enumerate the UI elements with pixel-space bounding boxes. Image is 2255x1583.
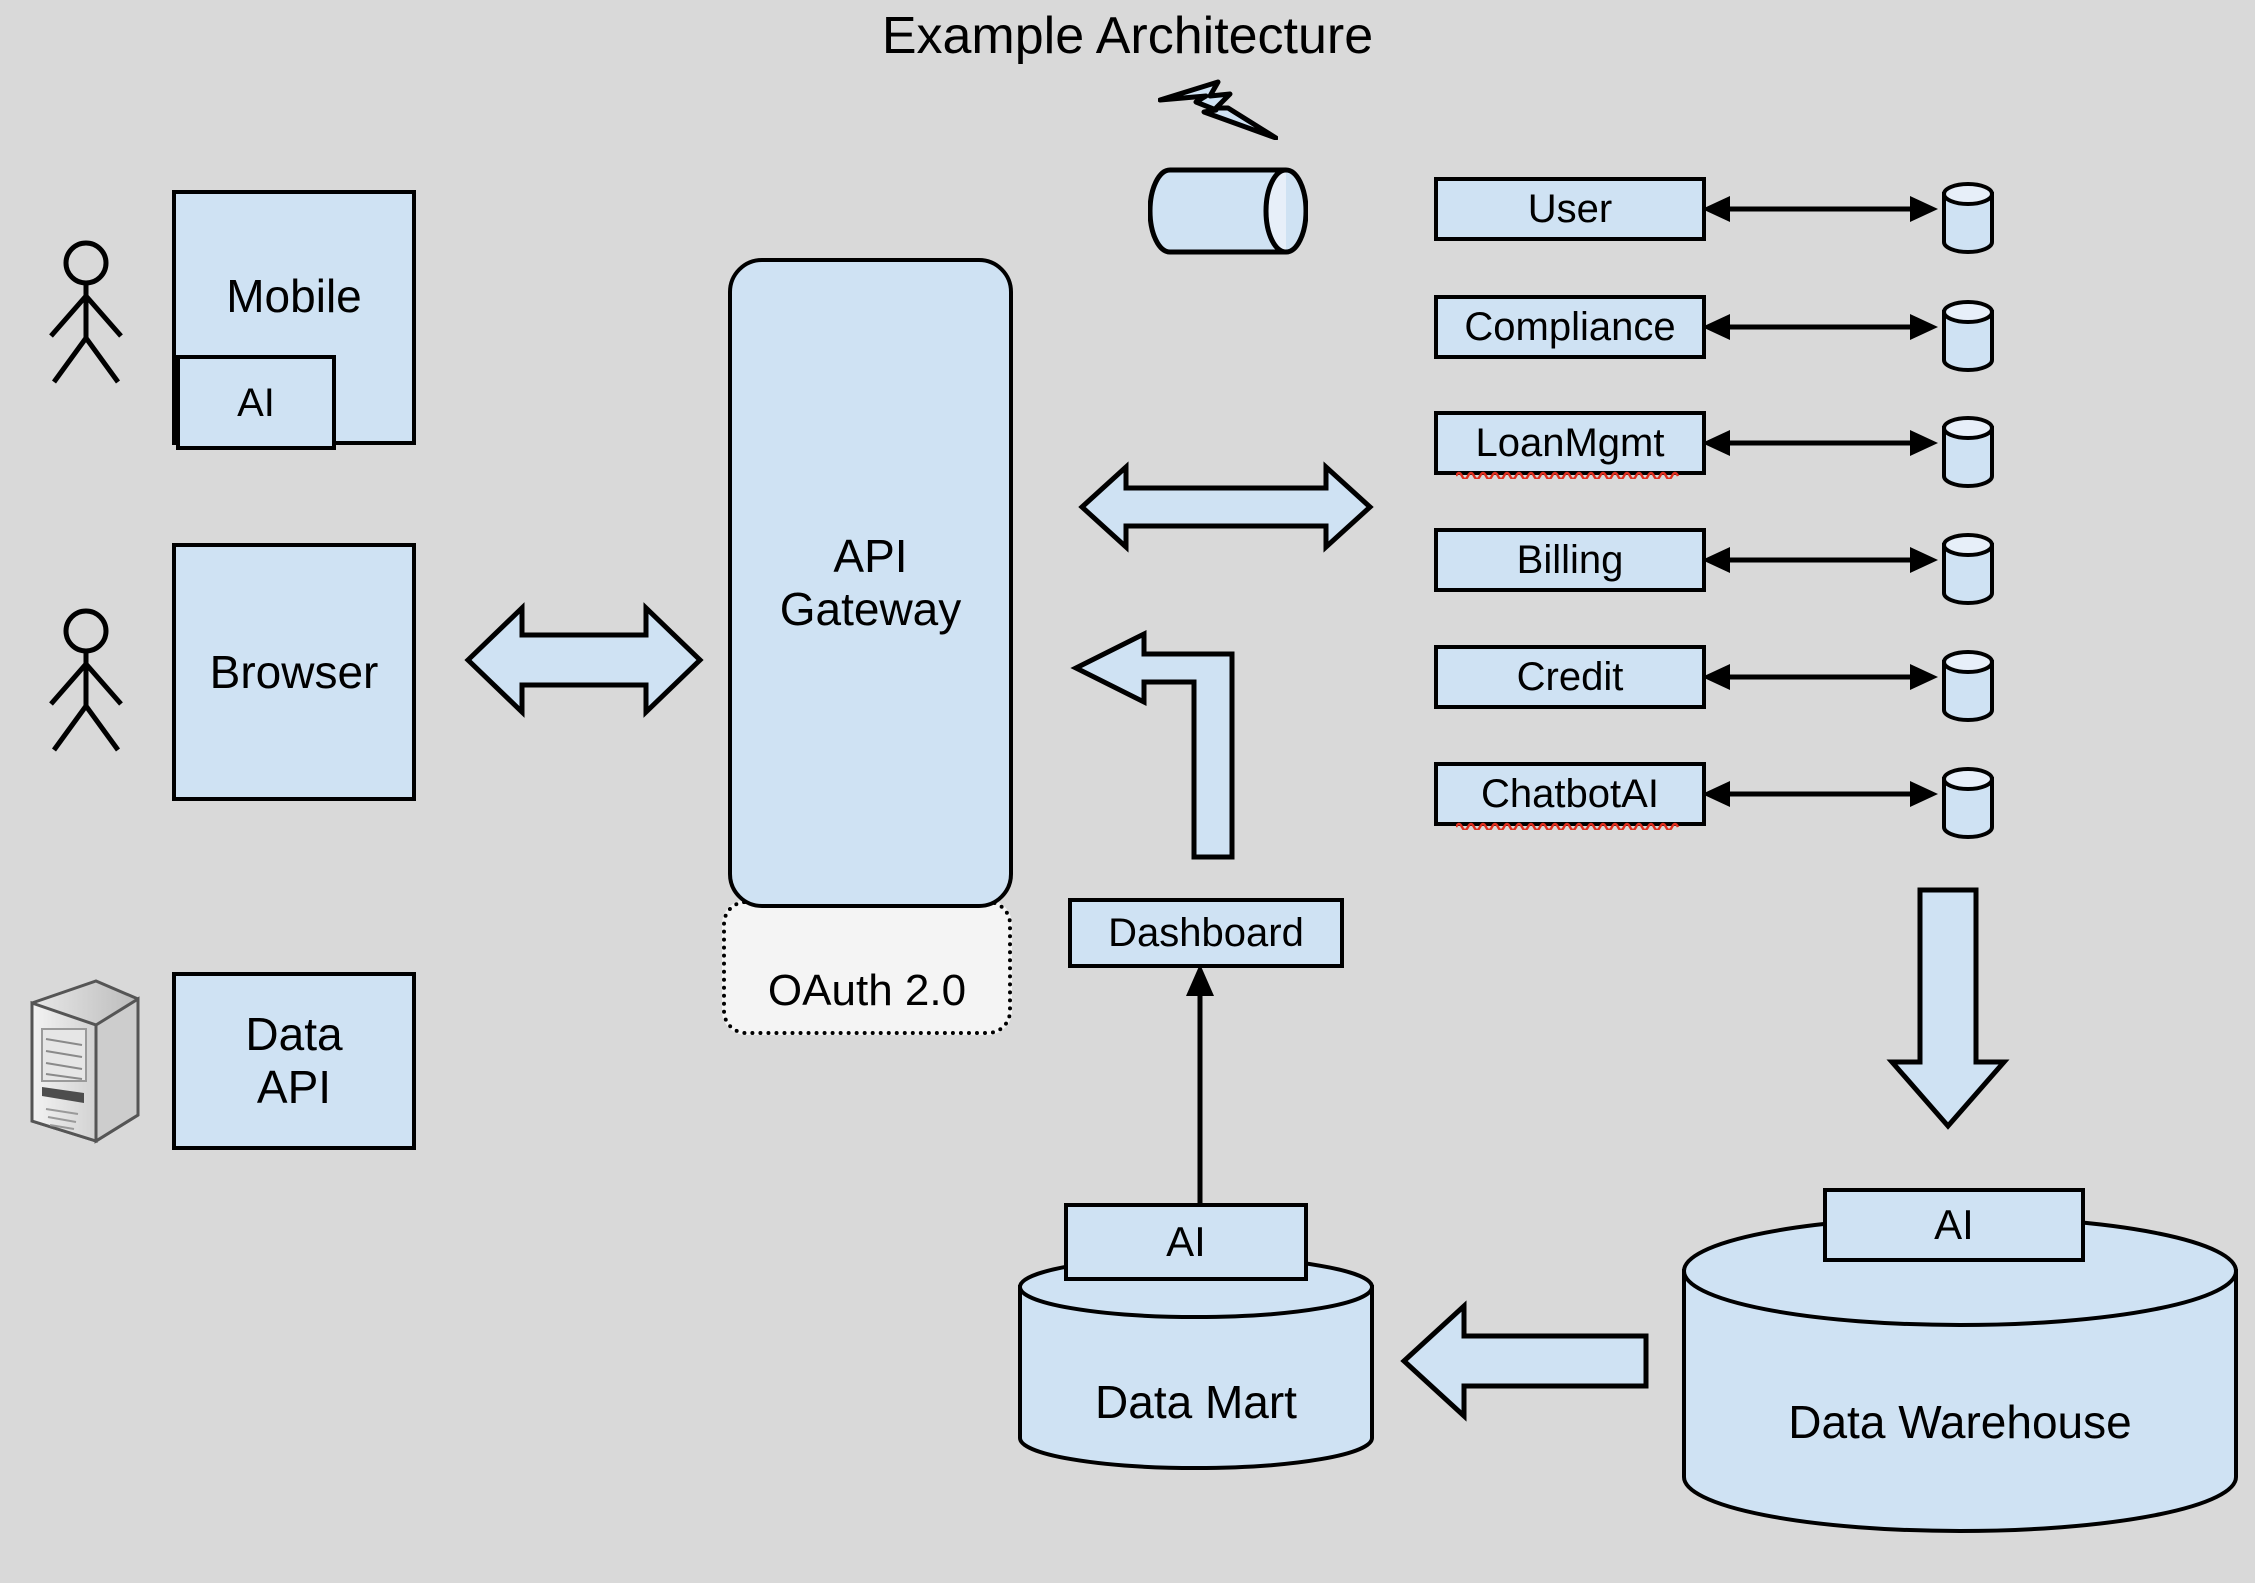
gateway-to-services-arrow (1078, 461, 1374, 553)
page-title: Example Architecture (0, 0, 2255, 66)
mobile-actor-icon (38, 240, 134, 385)
data-mart-cylinder[interactable]: Data Mart (1016, 1255, 1376, 1470)
warehouse-to-mart-arrow (1400, 1300, 1650, 1422)
data-warehouse-ai-box[interactable]: AI (1823, 1188, 2085, 1262)
oauth-label: OAuth 2.0 (767, 965, 967, 1015)
database-cylinder-icon-credit (1940, 650, 1996, 722)
database-cylinder-icon-billing (1940, 533, 1996, 605)
lightning-bolt-icon (1158, 78, 1278, 140)
service-label-compliance: Compliance (1464, 305, 1676, 349)
data-api-box[interactable]: Data API (172, 972, 416, 1150)
browser-client-label: Browser (209, 645, 379, 698)
service-label-credit: Credit (1516, 655, 1624, 699)
service-db-arrow-credit (1700, 660, 1940, 694)
service-db-arrow-billing (1700, 543, 1940, 577)
data-mart-label: Data Mart (1095, 1376, 1297, 1428)
browser-actor-icon (38, 608, 134, 753)
server-tower-icon (26, 975, 144, 1147)
horizontal-cylinder-icon (1147, 166, 1309, 256)
service-db-arrow-loanmgmt (1700, 426, 1940, 460)
diagram-canvas: Example Architecture Mobile AI Browser D… (0, 0, 2255, 1583)
data-warehouse-ai-label: AI (1934, 1200, 1974, 1248)
data-api-label-line2: API (256, 1061, 332, 1113)
dashboard-box[interactable]: Dashboard (1068, 898, 1344, 968)
service-box-compliance[interactable]: Compliance (1434, 295, 1706, 359)
dashboard-label: Dashboard (1108, 911, 1304, 955)
browser-client-box[interactable]: Browser (172, 543, 416, 801)
service-db-arrow-chatbotai (1700, 777, 1940, 811)
service-box-billing[interactable]: Billing (1434, 528, 1706, 592)
data-warehouse-label: Data Warehouse (1788, 1396, 2132, 1448)
spellcheck-squiggle-chatbotai (1454, 817, 1682, 832)
page-title-text: Example Architecture (881, 7, 1374, 65)
api-gateway-label-line1: API (833, 530, 908, 583)
oauth-box[interactable]: OAuth 2.0 (722, 900, 1012, 1035)
service-label-user: User (1527, 187, 1613, 231)
spellcheck-squiggle-loanmgmt (1454, 466, 1682, 481)
service-box-credit[interactable]: Credit (1434, 645, 1706, 709)
service-db-arrow-compliance (1700, 310, 1940, 344)
data-mart-ai-box[interactable]: AI (1064, 1203, 1308, 1281)
data-mart-ai-label: AI (1166, 1217, 1206, 1265)
data-warehouse-cylinder[interactable]: Data Warehouse (1680, 1215, 2240, 1535)
service-label-loanmgmt: LoanMgmt (1475, 421, 1665, 465)
service-db-arrow-user (1700, 192, 1940, 226)
dashboard-to-gateway-arrow (1070, 629, 1272, 860)
data-api-label-line1: Data (245, 1008, 343, 1061)
database-cylinder-icon-compliance (1940, 300, 1996, 372)
mobile-client-label: Mobile (226, 270, 362, 322)
mart-to-dashboard-arrow (1180, 960, 1220, 1210)
database-cylinder-icon-loanmgmt (1940, 416, 1996, 488)
database-cylinder-icon-user (1940, 182, 1996, 254)
api-gateway-label-line2: Gateway (779, 583, 962, 635)
service-label-billing: Billing (1516, 538, 1624, 582)
browser-to-gateway-arrow (464, 600, 704, 720)
service-label-chatbotai: ChatbotAI (1481, 772, 1659, 816)
service-box-user[interactable]: User (1434, 177, 1706, 241)
api-gateway-box[interactable]: API Gateway (728, 258, 1013, 908)
mobile-ai-label: AI (237, 380, 275, 425)
services-to-warehouse-arrow (1886, 886, 2010, 1130)
mobile-ai-box[interactable]: AI (176, 355, 336, 450)
database-cylinder-icon-chatbotai (1940, 767, 1996, 839)
